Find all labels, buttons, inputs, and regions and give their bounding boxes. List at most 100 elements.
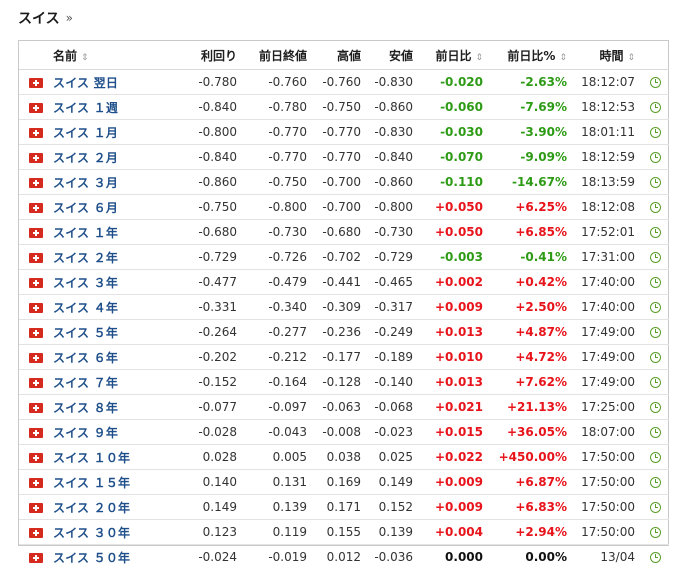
- clock-icon[interactable]: [650, 452, 661, 463]
- table-row[interactable]: スイス ４年-0.331-0.340-0.309-0.317+0.009+2.5…: [19, 295, 669, 320]
- bond-name-link[interactable]: スイス ７年: [53, 376, 118, 390]
- table-row[interactable]: スイス ３月-0.860-0.750-0.700-0.860-0.110-14.…: [19, 170, 669, 195]
- table-row[interactable]: スイス ９年-0.028-0.043-0.008-0.023+0.015+36.…: [19, 420, 669, 445]
- column-header-high[interactable]: 高値: [313, 41, 367, 70]
- prev-close-cell: -0.760: [243, 70, 313, 95]
- sort-icon[interactable]: ⇕: [81, 53, 89, 63]
- change-cell: +0.002: [419, 270, 489, 295]
- bond-name-link[interactable]: スイス ９年: [53, 426, 118, 440]
- clock-icon[interactable]: [650, 427, 661, 438]
- table-row[interactable]: スイス ５０年-0.024-0.0190.012-0.0360.0000.00%…: [19, 545, 669, 569]
- clock-icon[interactable]: [650, 77, 661, 88]
- low-cell: -0.023: [367, 420, 419, 445]
- table-row[interactable]: スイス 翌日-0.780-0.760-0.760-0.830-0.020-2.6…: [19, 70, 669, 95]
- table-row[interactable]: スイス １年-0.680-0.730-0.680-0.730+0.050+6.8…: [19, 220, 669, 245]
- clock-icon[interactable]: [650, 352, 661, 363]
- column-header-low[interactable]: 安値: [367, 41, 419, 70]
- bond-name-link[interactable]: スイス ８年: [53, 401, 118, 415]
- bond-name-link[interactable]: スイス ６年: [53, 351, 118, 365]
- yield-cell: 0.149: [183, 495, 243, 520]
- change-cell: +0.022: [419, 445, 489, 470]
- bond-name-link[interactable]: スイス ４年: [53, 301, 118, 315]
- table-row[interactable]: スイス ２年-0.729-0.726-0.702-0.729-0.003-0.4…: [19, 245, 669, 270]
- clock-icon[interactable]: [650, 277, 661, 288]
- table-row[interactable]: スイス ７年-0.152-0.164-0.128-0.140+0.013+7.6…: [19, 370, 669, 395]
- high-cell: -0.702: [313, 245, 367, 270]
- time-cell: 18:01:11: [573, 120, 641, 145]
- clock-icon[interactable]: [650, 152, 661, 163]
- clock-icon[interactable]: [650, 502, 661, 513]
- clock-icon[interactable]: [650, 477, 661, 488]
- column-header-prev-close[interactable]: 前日終値: [243, 41, 313, 70]
- table-row[interactable]: スイス １月-0.800-0.770-0.770-0.830-0.030-3.9…: [19, 120, 669, 145]
- bond-name-link[interactable]: スイス ２月: [53, 151, 118, 165]
- clock-icon[interactable]: [650, 102, 661, 113]
- clock-icon[interactable]: [650, 527, 661, 538]
- prev-close-cell: 0.119: [243, 520, 313, 545]
- bond-name-link[interactable]: スイス ３年: [53, 276, 118, 290]
- table-row[interactable]: スイス ３０年0.1230.1190.1550.139+0.004+2.94%1…: [19, 520, 669, 545]
- prev-close-cell: -0.277: [243, 320, 313, 345]
- table-row[interactable]: スイス ３年-0.477-0.479-0.441-0.465+0.002+0.4…: [19, 270, 669, 295]
- table-row[interactable]: スイス ２月-0.840-0.770-0.770-0.840-0.070-9.0…: [19, 145, 669, 170]
- bond-name-link[interactable]: スイス １月: [53, 126, 118, 140]
- table-row[interactable]: スイス ６年-0.202-0.212-0.177-0.189+0.010+4.7…: [19, 345, 669, 370]
- flag-cell: [19, 295, 53, 320]
- change-cell: -0.020: [419, 70, 489, 95]
- table-row[interactable]: スイス １０年0.0280.0050.0380.025+0.022+450.00…: [19, 445, 669, 470]
- sort-icon[interactable]: ⇕: [559, 53, 567, 63]
- sort-icon[interactable]: ⇕: [627, 53, 635, 63]
- bond-name-link[interactable]: スイス ３月: [53, 176, 118, 190]
- clock-cell: [641, 345, 669, 370]
- bond-name-link[interactable]: スイス ６月: [53, 201, 118, 215]
- table-row[interactable]: スイス ６月-0.750-0.800-0.700-0.800+0.050+6.2…: [19, 195, 669, 220]
- bond-name-link[interactable]: スイス ３０年: [53, 526, 130, 540]
- high-cell: -0.750: [313, 95, 367, 120]
- column-header-yield[interactable]: 利回り: [183, 41, 243, 70]
- table-row[interactable]: スイス ２０年0.1490.1390.1710.152+0.009+6.83%1…: [19, 495, 669, 520]
- column-header-time[interactable]: 時間⇕: [573, 41, 641, 70]
- table-row[interactable]: スイス １週-0.840-0.780-0.750-0.860-0.060-7.6…: [19, 95, 669, 120]
- clock-icon[interactable]: [650, 302, 661, 313]
- clock-icon[interactable]: [650, 177, 661, 188]
- table-row[interactable]: スイス ８年-0.077-0.097-0.063-0.068+0.021+21.…: [19, 395, 669, 420]
- column-header-name[interactable]: 名前⇕: [53, 41, 183, 70]
- bond-name-link[interactable]: スイス ５０年: [53, 551, 130, 565]
- prev-close-cell: 0.005: [243, 445, 313, 470]
- clock-icon[interactable]: [650, 127, 661, 138]
- clock-icon[interactable]: [650, 552, 661, 563]
- clock-icon[interactable]: [650, 327, 661, 338]
- change-cell: +0.009: [419, 495, 489, 520]
- low-cell: 0.139: [367, 520, 419, 545]
- time-cell: 17:25:00: [573, 395, 641, 420]
- bond-name-link[interactable]: スイス ５年: [53, 326, 118, 340]
- bond-name-link[interactable]: スイス １週: [53, 101, 118, 115]
- bond-name-link[interactable]: スイス １５年: [53, 476, 130, 490]
- yield-cell: -0.264: [183, 320, 243, 345]
- clock-icon[interactable]: [650, 402, 661, 413]
- bond-name-link[interactable]: スイス ２０年: [53, 501, 130, 515]
- column-header-change-pct[interactable]: 前日比%⇕: [489, 41, 573, 70]
- name-cell: スイス １５年: [53, 470, 183, 495]
- title-more-arrow[interactable]: »: [66, 11, 73, 25]
- bond-name-link[interactable]: スイス ２年: [53, 251, 118, 265]
- bond-name-link[interactable]: スイス 翌日: [53, 76, 118, 90]
- clock-icon[interactable]: [650, 202, 661, 213]
- clock-icon[interactable]: [650, 377, 661, 388]
- table-row[interactable]: スイス ５年-0.264-0.277-0.236-0.249+0.013+4.8…: [19, 320, 669, 345]
- sort-icon[interactable]: ⇕: [475, 53, 483, 63]
- high-cell: -0.128: [313, 370, 367, 395]
- bond-name-link[interactable]: スイス １０年: [53, 451, 130, 465]
- swiss-flag-icon: [29, 78, 43, 88]
- low-cell: 0.149: [367, 470, 419, 495]
- page-title[interactable]: スイス: [18, 8, 60, 28]
- change-pct-cell: +4.87%: [489, 320, 573, 345]
- table-row[interactable]: スイス １５年0.1400.1310.1690.149+0.009+6.87%1…: [19, 470, 669, 495]
- column-header-change[interactable]: 前日比⇕: [419, 41, 489, 70]
- bond-name-link[interactable]: スイス １年: [53, 226, 118, 240]
- high-cell: -0.760: [313, 70, 367, 95]
- clock-icon[interactable]: [650, 252, 661, 263]
- high-cell: 0.171: [313, 495, 367, 520]
- flag-column-header: [19, 41, 53, 70]
- clock-icon[interactable]: [650, 227, 661, 238]
